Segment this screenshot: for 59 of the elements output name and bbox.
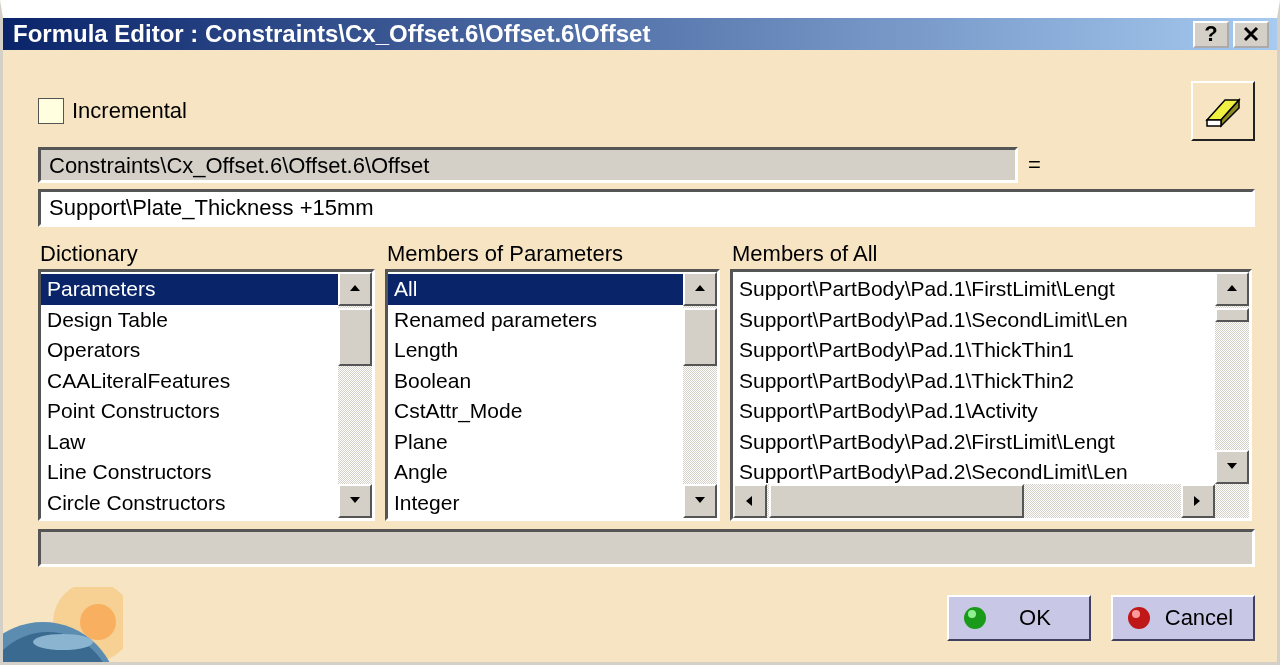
checkbox-label[interactable]: Incremental: [72, 98, 187, 124]
list-item[interactable]: Design Table: [41, 304, 338, 335]
window-title: Formula Editor : Constraints\Cx_Offset.6\Offset.6\Offset: [13, 20, 652, 48]
list-label: Members of All: [732, 241, 879, 267]
scroll-up-button[interactable]: [338, 272, 372, 306]
status-dot-icon: [963, 606, 987, 630]
list-item[interactable]: Boolean: [388, 365, 683, 396]
list-item[interactable]: Operators: [41, 335, 338, 366]
list-item[interactable]: Support\PartBody\Pad.1\SecondLimit\Len: [733, 304, 1215, 335]
scroll-left-button[interactable]: [733, 484, 767, 518]
scroll-thumb[interactable]: [1215, 308, 1249, 322]
list-item[interactable]: Support\PartBody\Pad.1\FirstLimit\Lengt: [733, 274, 1215, 305]
scroll-up-button[interactable]: [1215, 272, 1249, 306]
status-dot-icon: [1127, 606, 1151, 630]
close-button[interactable]: [1233, 20, 1269, 48]
list-item[interactable]: Law: [41, 426, 338, 457]
equals-sign: =: [1028, 152, 1041, 178]
close-icon: [1242, 25, 1260, 43]
scroll-thumb[interactable]: [769, 484, 1024, 518]
list-item[interactable]: Renamed parameters: [388, 304, 683, 335]
list-item[interactable]: All: [388, 274, 683, 305]
list-item[interactable]: Integer: [388, 487, 683, 518]
scroll-down-button[interactable]: [338, 484, 372, 518]
list-item[interactable]: Parameters: [41, 274, 338, 305]
list-item[interactable]: CAALiteralFeatures: [41, 365, 338, 396]
list-item[interactable]: Angle: [388, 457, 683, 488]
vertical-scrollbar[interactable]: [683, 272, 717, 518]
scroll-down-button[interactable]: [1215, 450, 1249, 484]
list-item[interactable]: Length: [388, 335, 683, 366]
scroll-up-button[interactable]: [683, 272, 717, 306]
eraser-button[interactable]: [1191, 81, 1255, 141]
cancel-button[interactable]: Cancel: [1111, 595, 1255, 641]
checkbox[interactable]: [38, 98, 64, 124]
vertical-scrollbar[interactable]: [338, 272, 372, 518]
vertical-scrollbar[interactable]: [1215, 272, 1249, 484]
list-item[interactable]: Line Constructors: [41, 457, 338, 488]
list-item[interactable]: Point Constructors: [41, 396, 338, 427]
ok-button[interactable]: OK: [947, 595, 1091, 641]
scroll-right-button[interactable]: [1181, 484, 1215, 518]
list-label: Dictionary: [40, 241, 139, 267]
list-item[interactable]: Support\PartBody\Pad.1\ThickThin2: [733, 365, 1215, 396]
parameter-path-field: Constraints\Cx_Offset.6\Offset.6\Offset: [38, 147, 1018, 183]
scroll-down-button[interactable]: [683, 484, 717, 518]
list-item[interactable]: Plane: [388, 426, 683, 457]
list-item[interactable]: CstAttr_Mode: [388, 396, 683, 427]
help-button[interactable]: ?: [1193, 20, 1229, 48]
list-item[interactable]: Support\PartBody\Pad.1\Activity: [733, 396, 1215, 427]
list-box[interactable]: Parameters Design Table Operators CAALiteralFeatures Point Constructors Law Line Constructors Circle Constructors: [38, 269, 375, 521]
scroll-thumb[interactable]: [338, 308, 372, 366]
list-item[interactable]: Circle Constructors: [41, 487, 338, 518]
list-box[interactable]: All Renamed parameters Length Boolean CstAttr_Mode Plane Angle Integer: [385, 269, 720, 521]
scroll-thumb[interactable]: [683, 308, 717, 366]
list-item[interactable]: Support\PartBody\Pad.2\SecondLimit\Len: [733, 457, 1215, 484]
horizontal-scrollbar[interactable]: [733, 484, 1249, 518]
formula-field[interactable]: Support\Plate_Thickness +15mm: [38, 189, 1255, 227]
list-box[interactable]: [730, 269, 1252, 521]
list-item[interactable]: Support\PartBody\Pad.2\FirstLimit\Lengt: [733, 426, 1215, 457]
list-item[interactable]: Support\PartBody\Pad.1\ThickThin1: [733, 335, 1215, 366]
list-label: Members of Parameters: [387, 241, 624, 267]
